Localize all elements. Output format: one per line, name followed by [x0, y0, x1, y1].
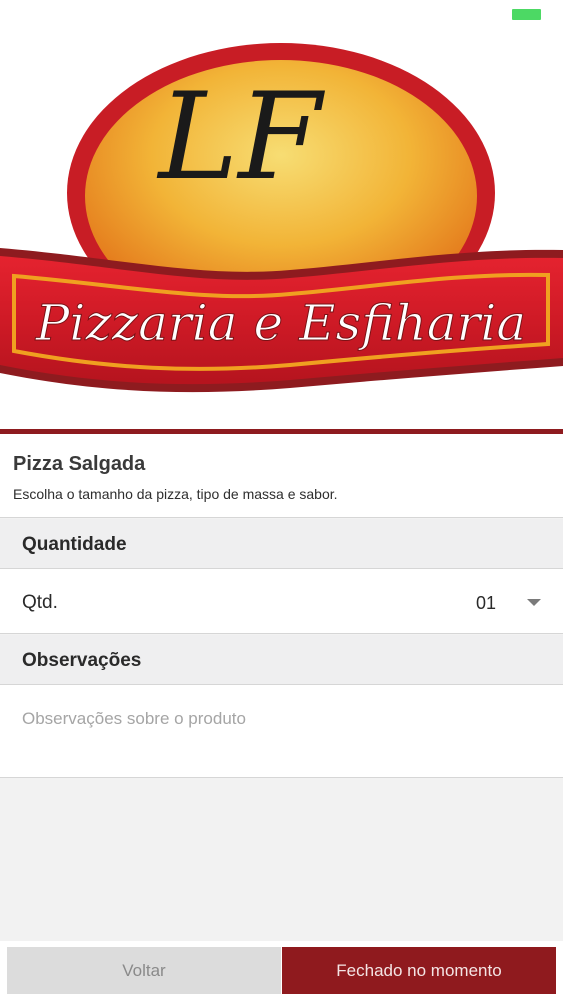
quantity-selector[interactable]: Qtd. 01 [0, 569, 563, 634]
product-detail-screen: LF Pizzaria e Esfiharia Pizza Salgada Es… [0, 0, 563, 1000]
closed-status-button[interactable]: Fechado no momento [282, 947, 556, 994]
product-title: Pizza Salgada [13, 453, 146, 475]
quantity-section-title: Quantidade [22, 534, 127, 555]
restaurant-logo: LF Pizzaria e Esfiharia [0, 43, 563, 393]
status-bar [0, 0, 563, 28]
action-bar: Voltar Fechado no momento [0, 941, 563, 1000]
quantity-value[interactable]: 01 [476, 593, 496, 614]
product-header: Pizza Salgada Escolha o tamanho da pizza… [0, 434, 563, 518]
quantity-label: Qtd. [22, 592, 58, 613]
logo-monogram: LF [157, 68, 326, 207]
restaurant-banner: LF Pizzaria e Esfiharia [0, 28, 563, 430]
observations-input[interactable] [0, 685, 563, 777]
observations-section-header: Observações [0, 635, 563, 685]
observations-area [0, 685, 563, 778]
back-button[interactable]: Voltar [7, 947, 281, 994]
chevron-down-icon[interactable] [527, 599, 541, 606]
battery-icon [512, 9, 541, 20]
observations-section-title: Observações [22, 650, 142, 671]
product-description: Escolha o tamanho da pizza, tipo de mass… [13, 486, 338, 502]
quantity-section-header: Quantidade [0, 519, 563, 569]
logo-brand-text: Pizzaria e Esfiharia [35, 294, 526, 352]
